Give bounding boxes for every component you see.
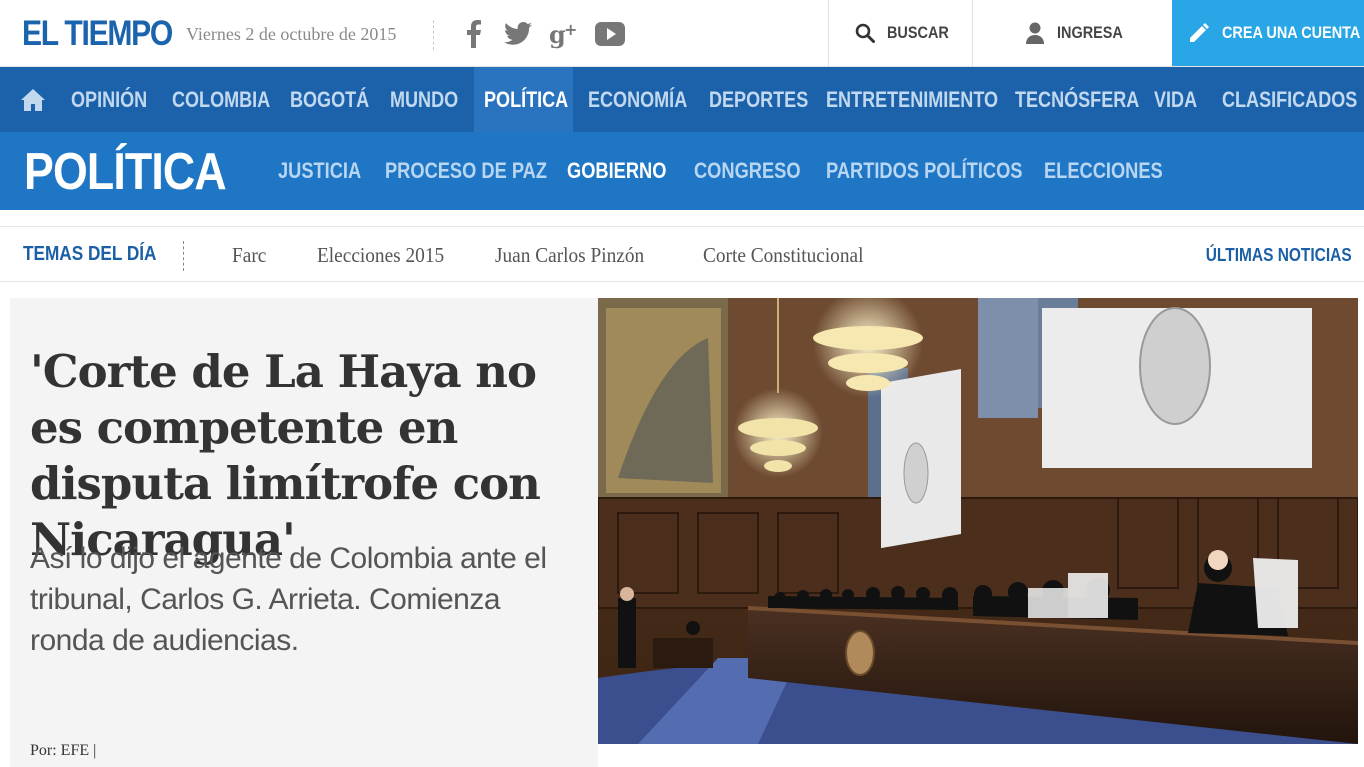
user-icon	[1025, 22, 1045, 44]
nav-item-entretenimiento[interactable]: ENTRETENIMIENTO	[826, 67, 998, 132]
search-icon	[855, 23, 875, 43]
nav-item-mundo[interactable]: MUNDO	[390, 67, 458, 132]
facebook-icon[interactable]	[458, 18, 490, 50]
topics-heading: TEMAS DEL DÍA	[23, 243, 157, 265]
nav-item-opinion[interactable]: OPINIÓN	[71, 67, 147, 132]
nav-item-clasificados[interactable]: CLASIFICADOS	[1222, 67, 1357, 132]
topic-link[interactable]: Elecciones 2015	[317, 243, 444, 268]
googleplus-icon[interactable]: g +	[548, 18, 580, 50]
create-account-button[interactable]: CREA UNA CUENTA	[1172, 0, 1364, 66]
search-button[interactable]: BUSCAR	[828, 0, 972, 66]
svg-text:+: +	[564, 20, 577, 39]
photo-caption	[598, 744, 1358, 767]
article-photo[interactable]	[598, 298, 1358, 744]
login-label: INGRESA	[1057, 23, 1123, 42]
article-headline[interactable]: 'Corte de La Haya no es competente en di…	[30, 344, 575, 568]
article-byline: Por: EFE |	[30, 742, 97, 759]
divider	[433, 20, 434, 50]
divider	[183, 241, 184, 271]
subnav-item-elecciones[interactable]: ELECCIONES	[1044, 132, 1163, 210]
pencil-icon	[1188, 22, 1210, 44]
nav-item-tecnosfera[interactable]: TECNÓSFERA	[1015, 67, 1139, 132]
twitter-icon[interactable]	[502, 18, 534, 50]
main-nav: OPINIÓN COLOMBIA BOGOTÁ MUNDO POLÍTICA E…	[0, 67, 1364, 132]
article-summary: Así lo dijo el agente de Colombia ante e…	[30, 542, 547, 657]
nav-item-colombia[interactable]: COLOMBIA	[172, 67, 270, 132]
topic-link[interactable]: Corte Constitucional	[703, 243, 863, 268]
subnav-item-congreso[interactable]: CONGRESO	[694, 132, 801, 210]
nav-item-deportes[interactable]: DEPORTES	[709, 67, 808, 132]
section-nav: POLÍTICA JUSTICIA PROCESO DE PAZ GOBIERN…	[0, 132, 1364, 210]
nav-item-bogota[interactable]: BOGOTÁ	[290, 67, 369, 132]
subnav-item-justicia[interactable]: JUSTICIA	[278, 132, 361, 210]
login-button[interactable]: INGRESA	[972, 0, 1172, 66]
subnav-item-proceso-de-paz[interactable]: PROCESO DE PAZ	[385, 132, 547, 210]
subnav-item-partidos-politicos[interactable]: PARTIDOS POLÍTICOS	[826, 132, 1022, 210]
home-icon[interactable]	[20, 87, 46, 113]
nav-item-economia[interactable]: ECONOMÍA	[588, 67, 687, 132]
top-bar: EL TIEMPO Viernes 2 de octubre de 2015 g…	[0, 0, 1364, 67]
youtube-icon[interactable]	[594, 18, 626, 50]
nav-item-politica[interactable]: POLÍTICA	[484, 67, 568, 132]
search-label: BUSCAR	[887, 23, 949, 42]
nav-item-vida[interactable]: VIDA	[1154, 67, 1197, 132]
site-logo[interactable]: EL TIEMPO	[22, 14, 173, 54]
topic-link[interactable]: Farc	[232, 243, 266, 268]
latest-news-link[interactable]: ÚLTIMAS NOTICIAS	[1206, 245, 1352, 266]
subnav-item-gobierno[interactable]: GOBIERNO	[567, 132, 666, 210]
lead-article: 'Corte de La Haya no es competente en di…	[10, 298, 598, 767]
topics-bar: TEMAS DEL DÍA Farc Elecciones 2015 Juan …	[0, 226, 1364, 282]
topic-link[interactable]: Juan Carlos Pinzón	[495, 243, 644, 268]
section-title: POLÍTICA	[24, 143, 227, 201]
current-date: Viernes 2 de octubre de 2015	[186, 24, 397, 44]
create-account-label: CREA UNA CUENTA	[1222, 23, 1361, 42]
